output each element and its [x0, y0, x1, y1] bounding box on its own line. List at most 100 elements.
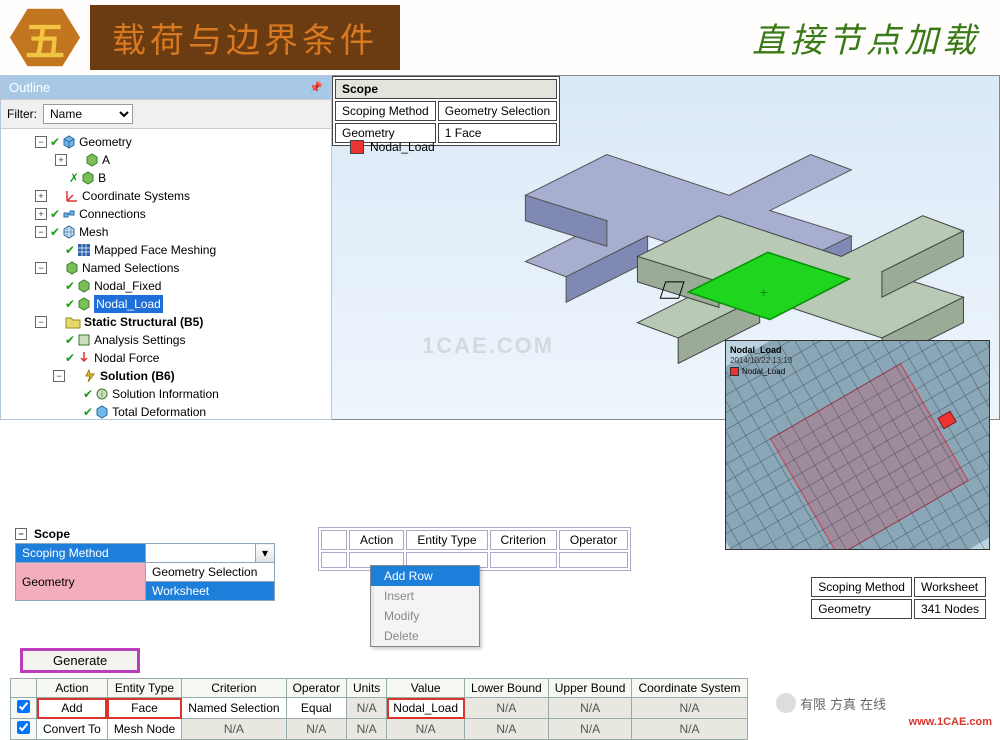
col-operator: Operator [286, 679, 346, 698]
tree-nodal-force[interactable]: Nodal Force [94, 349, 159, 367]
tree-sol-info[interactable]: Solution Information [112, 385, 219, 403]
scope-dropdown-panel: − Scope Scoping Method ▾ Geometry Geomet… [15, 527, 295, 601]
tree-total-def[interactable]: Total Deformation [112, 403, 206, 419]
context-menu: Add Row Insert Modify Delete [370, 565, 480, 647]
selection-icon [65, 261, 79, 275]
scope-method-cell[interactable] [146, 544, 256, 563]
cell-operator[interactable]: Equal [286, 698, 346, 719]
inset-legend: Nodal_Load [730, 367, 785, 376]
col-entity: Entity Type [406, 530, 487, 550]
expand-icon[interactable]: + [35, 208, 47, 220]
col-value: Value [387, 679, 465, 698]
tree-geom-b[interactable]: B [98, 169, 106, 187]
col-criterion: Criterion [182, 679, 286, 698]
expand-icon[interactable]: + [55, 154, 67, 166]
inset-title: Nodal_Load [730, 345, 782, 355]
svg-text:+: + [760, 285, 768, 301]
scope-opt-geom-sel[interactable]: Geometry Selection [146, 563, 274, 582]
col-lower: Lower Bound [465, 679, 549, 698]
selection-icon [77, 297, 91, 311]
section-number: 五 [25, 9, 65, 67]
expand-icon[interactable]: − [35, 226, 47, 238]
outline-panel: Outline 📌 Filter: Name −✔Geometry +A ✗B … [0, 75, 332, 420]
cell-value[interactable]: Nodal_Load [387, 698, 465, 719]
cell-entity[interactable]: Face [107, 698, 181, 719]
tree-geom-a[interactable]: A [102, 151, 110, 169]
footer-cn1: 有限 [800, 694, 826, 713]
cube-icon [62, 135, 76, 149]
outline-tree[interactable]: −✔Geometry +A ✗B +Coordinate Systems +✔C… [1, 129, 331, 419]
table-row[interactable]: Add Face Named Selection Equal N/A Nodal… [11, 698, 748, 719]
col-action: Action [37, 679, 108, 698]
tree-nodal-fixed[interactable]: Nodal_Fixed [94, 277, 161, 295]
expand-icon[interactable]: − [53, 370, 65, 382]
cube-icon [85, 153, 99, 167]
grid-icon [77, 243, 91, 257]
expand-icon[interactable]: − [35, 316, 47, 328]
footer-url: www.1CAE.com [909, 716, 992, 728]
col-operator: Operator [559, 530, 628, 550]
force-icon [77, 351, 91, 365]
wechat-icon [776, 693, 796, 713]
link-icon [62, 207, 76, 221]
cell-operator: N/A [286, 719, 346, 740]
footer-cn3: 在线 [860, 694, 886, 713]
cell-criterion[interactable]: Named Selection [182, 698, 286, 719]
tree-named-sel[interactable]: Named Selections [82, 259, 179, 277]
cell-entity[interactable]: Mesh Node [107, 719, 181, 740]
cell-upper: N/A [548, 698, 632, 719]
bolt-icon [83, 369, 97, 383]
row-checkbox[interactable] [17, 700, 30, 713]
cell-units: N/A [346, 719, 386, 740]
expand-icon[interactable]: − [35, 136, 47, 148]
tree-solution[interactable]: Solution (B6) [100, 367, 175, 385]
sr-method-value: Worksheet [914, 577, 986, 597]
scope-method-value: Geometry Selection [438, 101, 557, 121]
menu-delete[interactable]: Delete [371, 626, 479, 646]
expand-icon[interactable]: − [35, 262, 47, 274]
footer-cn2: 方真 [830, 694, 856, 713]
scope-header: Scope [335, 79, 557, 99]
cell-upper: N/A [548, 719, 632, 740]
collapse-icon[interactable]: − [15, 528, 27, 540]
inset-legend-swatch [730, 367, 739, 376]
tree-analysis[interactable]: Analysis Settings [94, 331, 185, 349]
tree-geometry[interactable]: Geometry [79, 133, 132, 151]
wechat-overlay: 有限 方真 在线 [772, 692, 890, 714]
page-subtitle: 直接节点加载 [752, 13, 990, 62]
col-entity: Entity Type [107, 679, 181, 698]
outline-title-bar: Outline 📌 [1, 76, 331, 99]
cell-lower: N/A [465, 698, 549, 719]
filter-select[interactable]: Name [43, 104, 133, 124]
mesh-inset-view[interactable]: Nodal_Load 2014/10/22 13:13 Nodal_Load [725, 340, 990, 550]
generate-button[interactable]: Generate [20, 648, 140, 673]
col-criterion: Criterion [490, 530, 557, 550]
table-row[interactable]: Convert To Mesh Node N/A N/A N/A N/A N/A… [11, 719, 748, 740]
cell-action[interactable]: Add [37, 698, 108, 719]
inset-date: 2014/10/22 13:13 [730, 356, 792, 365]
tree-static[interactable]: Static Structural (B5) [84, 313, 203, 331]
menu-add-row[interactable]: Add Row [371, 566, 479, 586]
expand-icon[interactable]: + [35, 190, 47, 202]
tree-nodal-load[interactable]: Nodal_Load [94, 295, 163, 313]
settings-icon [77, 333, 91, 347]
cell-lower: N/A [465, 719, 549, 740]
menu-insert[interactable]: Insert [371, 586, 479, 606]
filter-label: Filter: [7, 107, 37, 121]
inset-legend-label: Nodal_Load [742, 367, 785, 376]
row-checkbox[interactable] [17, 721, 30, 734]
scope-opt-worksheet[interactable]: Worksheet [146, 582, 274, 600]
tree-connections[interactable]: Connections [79, 205, 146, 223]
scope-drop-title: Scope [34, 527, 70, 541]
tree-mapped[interactable]: Mapped Face Meshing [94, 241, 216, 259]
cell-action[interactable]: Convert To [37, 719, 108, 740]
tree-mesh[interactable]: Mesh [79, 223, 108, 241]
sr-geom-label: Geometry [811, 599, 912, 619]
selection-icon [77, 279, 91, 293]
pin-icon[interactable]: 📌 [309, 81, 323, 94]
menu-modify[interactable]: Modify [371, 606, 479, 626]
tree-coord[interactable]: Coordinate Systems [82, 187, 190, 205]
dropdown-arrow-icon[interactable]: ▾ [256, 544, 275, 563]
watermark: 1CAE.COM [422, 333, 554, 359]
action-table[interactable]: Action Entity Type Criterion Operator Un… [10, 678, 748, 740]
